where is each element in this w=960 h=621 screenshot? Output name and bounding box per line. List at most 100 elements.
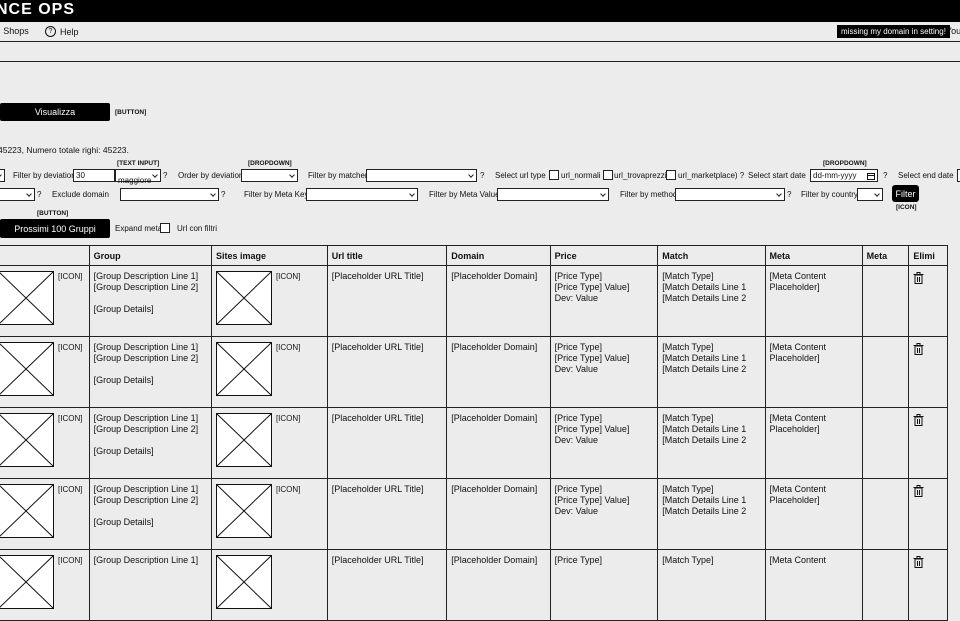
price-cell: [Price Type] [Price Type] Value] Dev: Valu… [549, 478, 659, 550]
image-placeholder-icon [215, 342, 272, 396]
nav-shops[interactable]: ◦ Shops [0, 26, 29, 36]
table-row: [ICON] [Group Description Line 1] [Group D… [0, 407, 948, 479]
price-deviation: Dev: Value [554, 435, 599, 445]
url-type-label: Select url type [495, 171, 546, 180]
meta-value-select[interactable] [497, 188, 609, 201]
nav-shops-label: Shops [3, 26, 29, 36]
url-title[interactable]: [Placeholder URL Title] [332, 555, 442, 566]
delete-cell[interactable] [908, 407, 948, 479]
url-title-cell[interactable]: [Placeholder URL Title] [326, 407, 448, 479]
exclude-domain-select[interactable] [120, 188, 219, 201]
group-line-1: [Group Description Line 1] [93, 342, 199, 352]
meta-line-2: Placeholder] [769, 282, 820, 292]
help-mark: ? [787, 190, 792, 199]
calendar-icon[interactable] [867, 172, 875, 180]
url-title[interactable]: [Placeholder URL Title] [332, 413, 442, 424]
leading-select-2[interactable] [0, 188, 35, 201]
expand-meta-checkbox[interactable] [160, 223, 170, 233]
delete-cell[interactable] [908, 549, 948, 621]
column-header-meta[interactable]: Meta [764, 245, 863, 266]
meta-extra-cell [861, 407, 910, 479]
column-header-meta-2[interactable]: Meta [861, 245, 910, 266]
column-header-delete[interactable]: Elimi [908, 245, 948, 266]
trash-icon[interactable] [913, 414, 924, 426]
domain-notice[interactable]: missing my domain in setting! [837, 25, 950, 38]
start-date-input[interactable]: dd-mm-yyyy [810, 169, 878, 182]
matcher-label: Filter by matcher [308, 171, 368, 180]
table-row: [ICON] [Group Description Line 1] [Group D… [0, 478, 948, 550]
method-select[interactable] [675, 188, 785, 201]
url-title[interactable]: [Placeholder URL Title] [332, 484, 442, 495]
filter-button[interactable]: Filter [892, 185, 919, 202]
price-type: [Price Type] [554, 413, 603, 423]
trash-icon[interactable] [913, 343, 924, 355]
column-header-sites-image[interactable]: Sites image [210, 245, 328, 266]
url-normali-label: url_normali [561, 171, 601, 180]
url-marketplace-checkbox[interactable] [666, 170, 676, 180]
price-deviation: Dev: Value [554, 506, 599, 516]
image-placeholder-icon [0, 342, 54, 396]
deviation-order-select[interactable]: maggiore [115, 169, 161, 185]
country-select[interactable] [857, 188, 883, 201]
url-trovaprezzi-checkbox[interactable] [603, 170, 613, 180]
leading-select[interactable] [0, 169, 5, 182]
order-deviation-select[interactable] [241, 169, 298, 182]
deviation-input[interactable]: 30 [73, 169, 115, 182]
column-header-price[interactable]: Price [549, 245, 659, 266]
price-value: [Price Type] Value] [554, 495, 630, 505]
group-cell: [Group Description Line 1] [Group Descrip… [88, 265, 212, 337]
domain-cell: [Placeholder Domain] [446, 407, 551, 479]
url-title-cell[interactable]: [Placeholder URL Title] [326, 478, 448, 550]
delete-cell[interactable] [908, 336, 948, 408]
exclude-domain-label: Exclude domain [52, 190, 109, 199]
match-line-2: [Match Details Line 2 [662, 364, 747, 374]
delete-cell[interactable] [908, 265, 948, 337]
match-type: [Match Type] [662, 413, 714, 423]
sites-image-cell: [ICON] [210, 407, 328, 479]
url-title-cell[interactable]: [Placeholder URL Title] [326, 336, 448, 408]
table-row: [ICON] [Group Description Line 1] [Placeho… [0, 549, 948, 621]
column-header-url-title[interactable]: Url title [326, 245, 448, 266]
delete-cell[interactable] [908, 478, 948, 550]
url-title[interactable]: [Placeholder URL Title] [332, 342, 442, 353]
url-normali-checkbox[interactable] [549, 170, 559, 180]
match-line-1: [Match Details Line 1 [662, 424, 747, 434]
table-header-row: Group Sites image Url title Domain Price… [0, 245, 948, 266]
group-line-1: [Group Description Line 1] [93, 413, 199, 423]
meta-line-2: Placeholder] [769, 353, 820, 363]
domain: [Placeholder Domain] [451, 271, 538, 281]
next-groups-button[interactable]: Prossimi 100 Gruppi [0, 219, 110, 238]
column-header-domain[interactable]: Domain [446, 245, 551, 266]
visualizza-button[interactable]: Visualizza [0, 103, 110, 121]
url-title[interactable]: [Placeholder URL Title] [332, 271, 442, 282]
matcher-select[interactable] [366, 169, 477, 182]
row-image-cell: [ICON] [0, 549, 90, 621]
trash-icon[interactable] [913, 485, 924, 497]
trash-icon[interactable] [913, 556, 924, 568]
help-mark: ? [883, 171, 888, 180]
url-title-cell[interactable]: [Placeholder URL Title] [326, 549, 448, 621]
meta-cell: [Meta Content Placeholder] [764, 265, 863, 337]
icon-tag: [ICON] [58, 272, 83, 281]
domain: [Placeholder Domain] [451, 555, 538, 565]
price-cell: [Price Type] [Price Type] Value] Dev: Valu… [549, 265, 659, 337]
url-trovaprezzi-label: url_trovaprezzi [614, 171, 667, 180]
group-cell: [Group Description Line 1] [Group Descrip… [88, 478, 212, 550]
meta-line-1: [Meta Content [769, 484, 827, 494]
column-header-group[interactable]: Group [88, 245, 212, 266]
help-mark: ? [221, 190, 226, 199]
column-header-match[interactable]: Match [657, 245, 766, 266]
match-cell: [Match Type] [Match Details Line 1 [Match … [657, 265, 766, 337]
url-title-cell[interactable]: [Placeholder URL Title] [326, 265, 448, 337]
icon-tag: [ICON] [275, 485, 301, 494]
user-menu[interactable]: You [946, 26, 960, 36]
meta-line-1: [Meta Content [769, 555, 827, 565]
trash-icon[interactable] [913, 272, 924, 284]
price-value: [Price Type] Value] [554, 353, 630, 363]
price-deviation: Dev: Value [554, 364, 599, 374]
meta-key-select[interactable] [306, 188, 418, 201]
nav-help[interactable]: ? Help [45, 26, 79, 37]
help-circle-icon: ? [45, 26, 56, 37]
match-cell: [Match Type] [Match Details Line 1 [Match … [657, 478, 766, 550]
column-header [0, 245, 90, 266]
